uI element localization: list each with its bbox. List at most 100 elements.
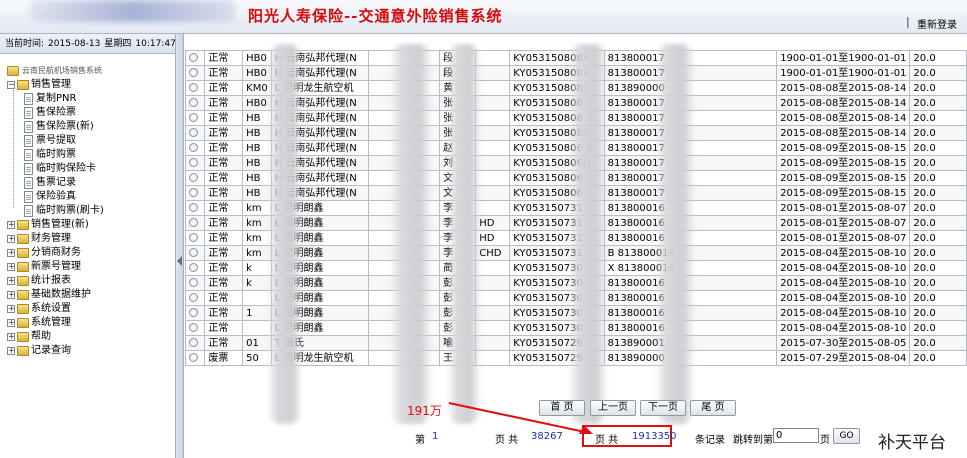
row-radio-button[interactable] <box>189 263 198 272</box>
cell-amount: 20.0 <box>909 350 967 366</box>
expand-icon[interactable]: + <box>7 333 15 341</box>
cell-period: 1900-01-01至1900-01-01 <box>776 50 911 66</box>
nav-leaf-item[interactable]: 保险验真 <box>0 190 175 204</box>
folder-icon <box>17 80 29 90</box>
cell-period: 2015-08-04至2015-08-10 <box>776 290 911 306</box>
privacy-blur <box>389 44 433 424</box>
cell-status: 正常 <box>204 170 244 186</box>
cell-period: 2015-08-09至2015-08-15 <box>776 140 911 156</box>
go-button[interactable]: GO <box>833 428 860 444</box>
cell-amount: 20.0 <box>909 335 967 351</box>
cell-period: 2015-08-09至2015-08-15 <box>776 170 911 186</box>
nav-folder-item[interactable]: + 统计报表 <box>0 274 175 288</box>
panel-splitter[interactable] <box>176 34 184 458</box>
expand-icon[interactable]: + <box>7 277 15 285</box>
expand-icon[interactable]: + <box>7 305 15 313</box>
page-unit-label: 页 共 <box>495 435 519 446</box>
cell-status: 正常 <box>204 230 244 246</box>
relogin-link[interactable]: 重新登录 <box>917 16 957 31</box>
cell-amount: 20.0 <box>909 125 967 141</box>
current-weekday: 星期四 <box>104 39 132 49</box>
row-radio-button[interactable] <box>189 278 198 287</box>
row-select-cell <box>184 290 206 306</box>
nav-folder-item[interactable]: + 基础数据维护 <box>0 288 175 302</box>
nav-leaf-item[interactable]: 临时购票 <box>0 148 175 162</box>
row-radio-button[interactable] <box>189 293 198 302</box>
nav-folder-item[interactable]: + 帮助 <box>0 330 175 344</box>
nav-leaf-item[interactable]: 复制PNR <box>0 92 175 106</box>
nav-folder-item[interactable]: − 销售管理 <box>0 78 175 92</box>
expand-icon[interactable]: + <box>7 347 15 355</box>
row-radio-button[interactable] <box>189 218 198 227</box>
collapse-icon[interactable]: − <box>7 81 15 89</box>
expand-icon[interactable]: + <box>7 319 15 327</box>
cell-status: 正常 <box>204 200 244 216</box>
row-radio-button[interactable] <box>189 248 198 257</box>
annotation-label: 191万 <box>407 404 442 418</box>
nav-leaf-item[interactable]: 临时购保险卡 <box>0 162 175 176</box>
expand-icon[interactable]: + <box>7 263 15 271</box>
privacy-blur <box>568 44 608 424</box>
nav-folder-item[interactable]: + 系统设置 <box>0 302 175 316</box>
nav-folder-item[interactable]: + 新票号管理 <box>0 260 175 274</box>
document-icon <box>24 121 33 133</box>
row-radio-button[interactable] <box>189 68 198 77</box>
nav-root-item[interactable]: 云南民航机场销售系统 <box>0 64 175 78</box>
row-radio-button[interactable] <box>189 113 198 122</box>
nav-leaf-item[interactable]: 售保险票 <box>0 106 175 120</box>
expand-icon[interactable]: + <box>7 221 15 229</box>
row-select-cell <box>184 155 206 171</box>
nav-folder-item[interactable]: + 销售管理(新) <box>0 218 175 232</box>
nav-item-label: 售保险票 <box>36 107 76 118</box>
row-radio-button[interactable] <box>189 308 198 317</box>
row-radio-button[interactable] <box>189 98 198 107</box>
cell-status: 正常 <box>204 95 244 111</box>
cell-amount: 20.0 <box>909 140 967 156</box>
nav-folder-item[interactable]: + 记录查询 <box>0 344 175 358</box>
row-radio-button[interactable] <box>189 143 198 152</box>
cell-status: 正常 <box>204 125 244 141</box>
row-radio-button[interactable] <box>189 173 198 182</box>
expand-icon[interactable]: + <box>7 249 15 257</box>
cell-status: 正常 <box>204 155 244 171</box>
row-radio-button[interactable] <box>189 188 198 197</box>
cell-status: 正常 <box>204 335 244 351</box>
row-radio-button[interactable] <box>189 158 198 167</box>
expand-icon[interactable]: + <box>7 291 15 299</box>
nav-leaf-item[interactable]: 临时购票(刷卡) <box>0 204 175 218</box>
expand-icon[interactable]: + <box>7 235 15 243</box>
nav-item-label: 售保险票(新) <box>36 121 94 132</box>
row-radio-button[interactable] <box>189 203 198 212</box>
row-select-cell <box>184 260 206 276</box>
nav-folder-item[interactable]: + 财务管理 <box>0 232 175 246</box>
nav-leaf-item[interactable]: 票号提取 <box>0 134 175 148</box>
cell-period: 2015-08-04至2015-08-10 <box>776 260 911 276</box>
row-select-cell <box>184 95 206 111</box>
folder-icon <box>17 318 29 328</box>
row-radio-button[interactable] <box>189 353 198 362</box>
nav-folder-item[interactable]: + 系统管理 <box>0 316 175 330</box>
row-radio-button[interactable] <box>189 83 198 92</box>
row-radio-button[interactable] <box>189 128 198 137</box>
nav-leaf-item[interactable]: 售保险票(新) <box>0 120 175 134</box>
nav-item-label: 分销商财务 <box>31 247 81 258</box>
row-radio-button[interactable] <box>189 53 198 62</box>
jump-page-input[interactable] <box>773 428 819 443</box>
last-page-button[interactable]: 尾 页 <box>690 400 736 416</box>
nav-leaf-item[interactable]: 售票记录 <box>0 176 175 190</box>
cell-status: 正常 <box>204 245 244 261</box>
cell-amount: 20.0 <box>909 200 967 216</box>
row-radio-button[interactable] <box>189 323 198 332</box>
nav-folder-item[interactable]: + 分销商财务 <box>0 246 175 260</box>
row-radio-button[interactable] <box>189 338 198 347</box>
next-page-button[interactable]: 下一页 <box>640 400 686 416</box>
app-header: 阳光人寿保险--交通意外险销售系统 | 重新登录 <box>0 0 967 34</box>
cell-period: 2015-07-29至2015-08-04 <box>776 350 911 366</box>
folder-icon <box>17 234 29 244</box>
row-select-cell <box>184 65 206 81</box>
cell-amount: 20.0 <box>909 80 967 96</box>
collapse-arrow-icon[interactable] <box>177 256 182 266</box>
row-radio-button[interactable] <box>189 233 198 242</box>
row-select-cell <box>184 245 206 261</box>
cell-amount: 20.0 <box>909 305 967 321</box>
